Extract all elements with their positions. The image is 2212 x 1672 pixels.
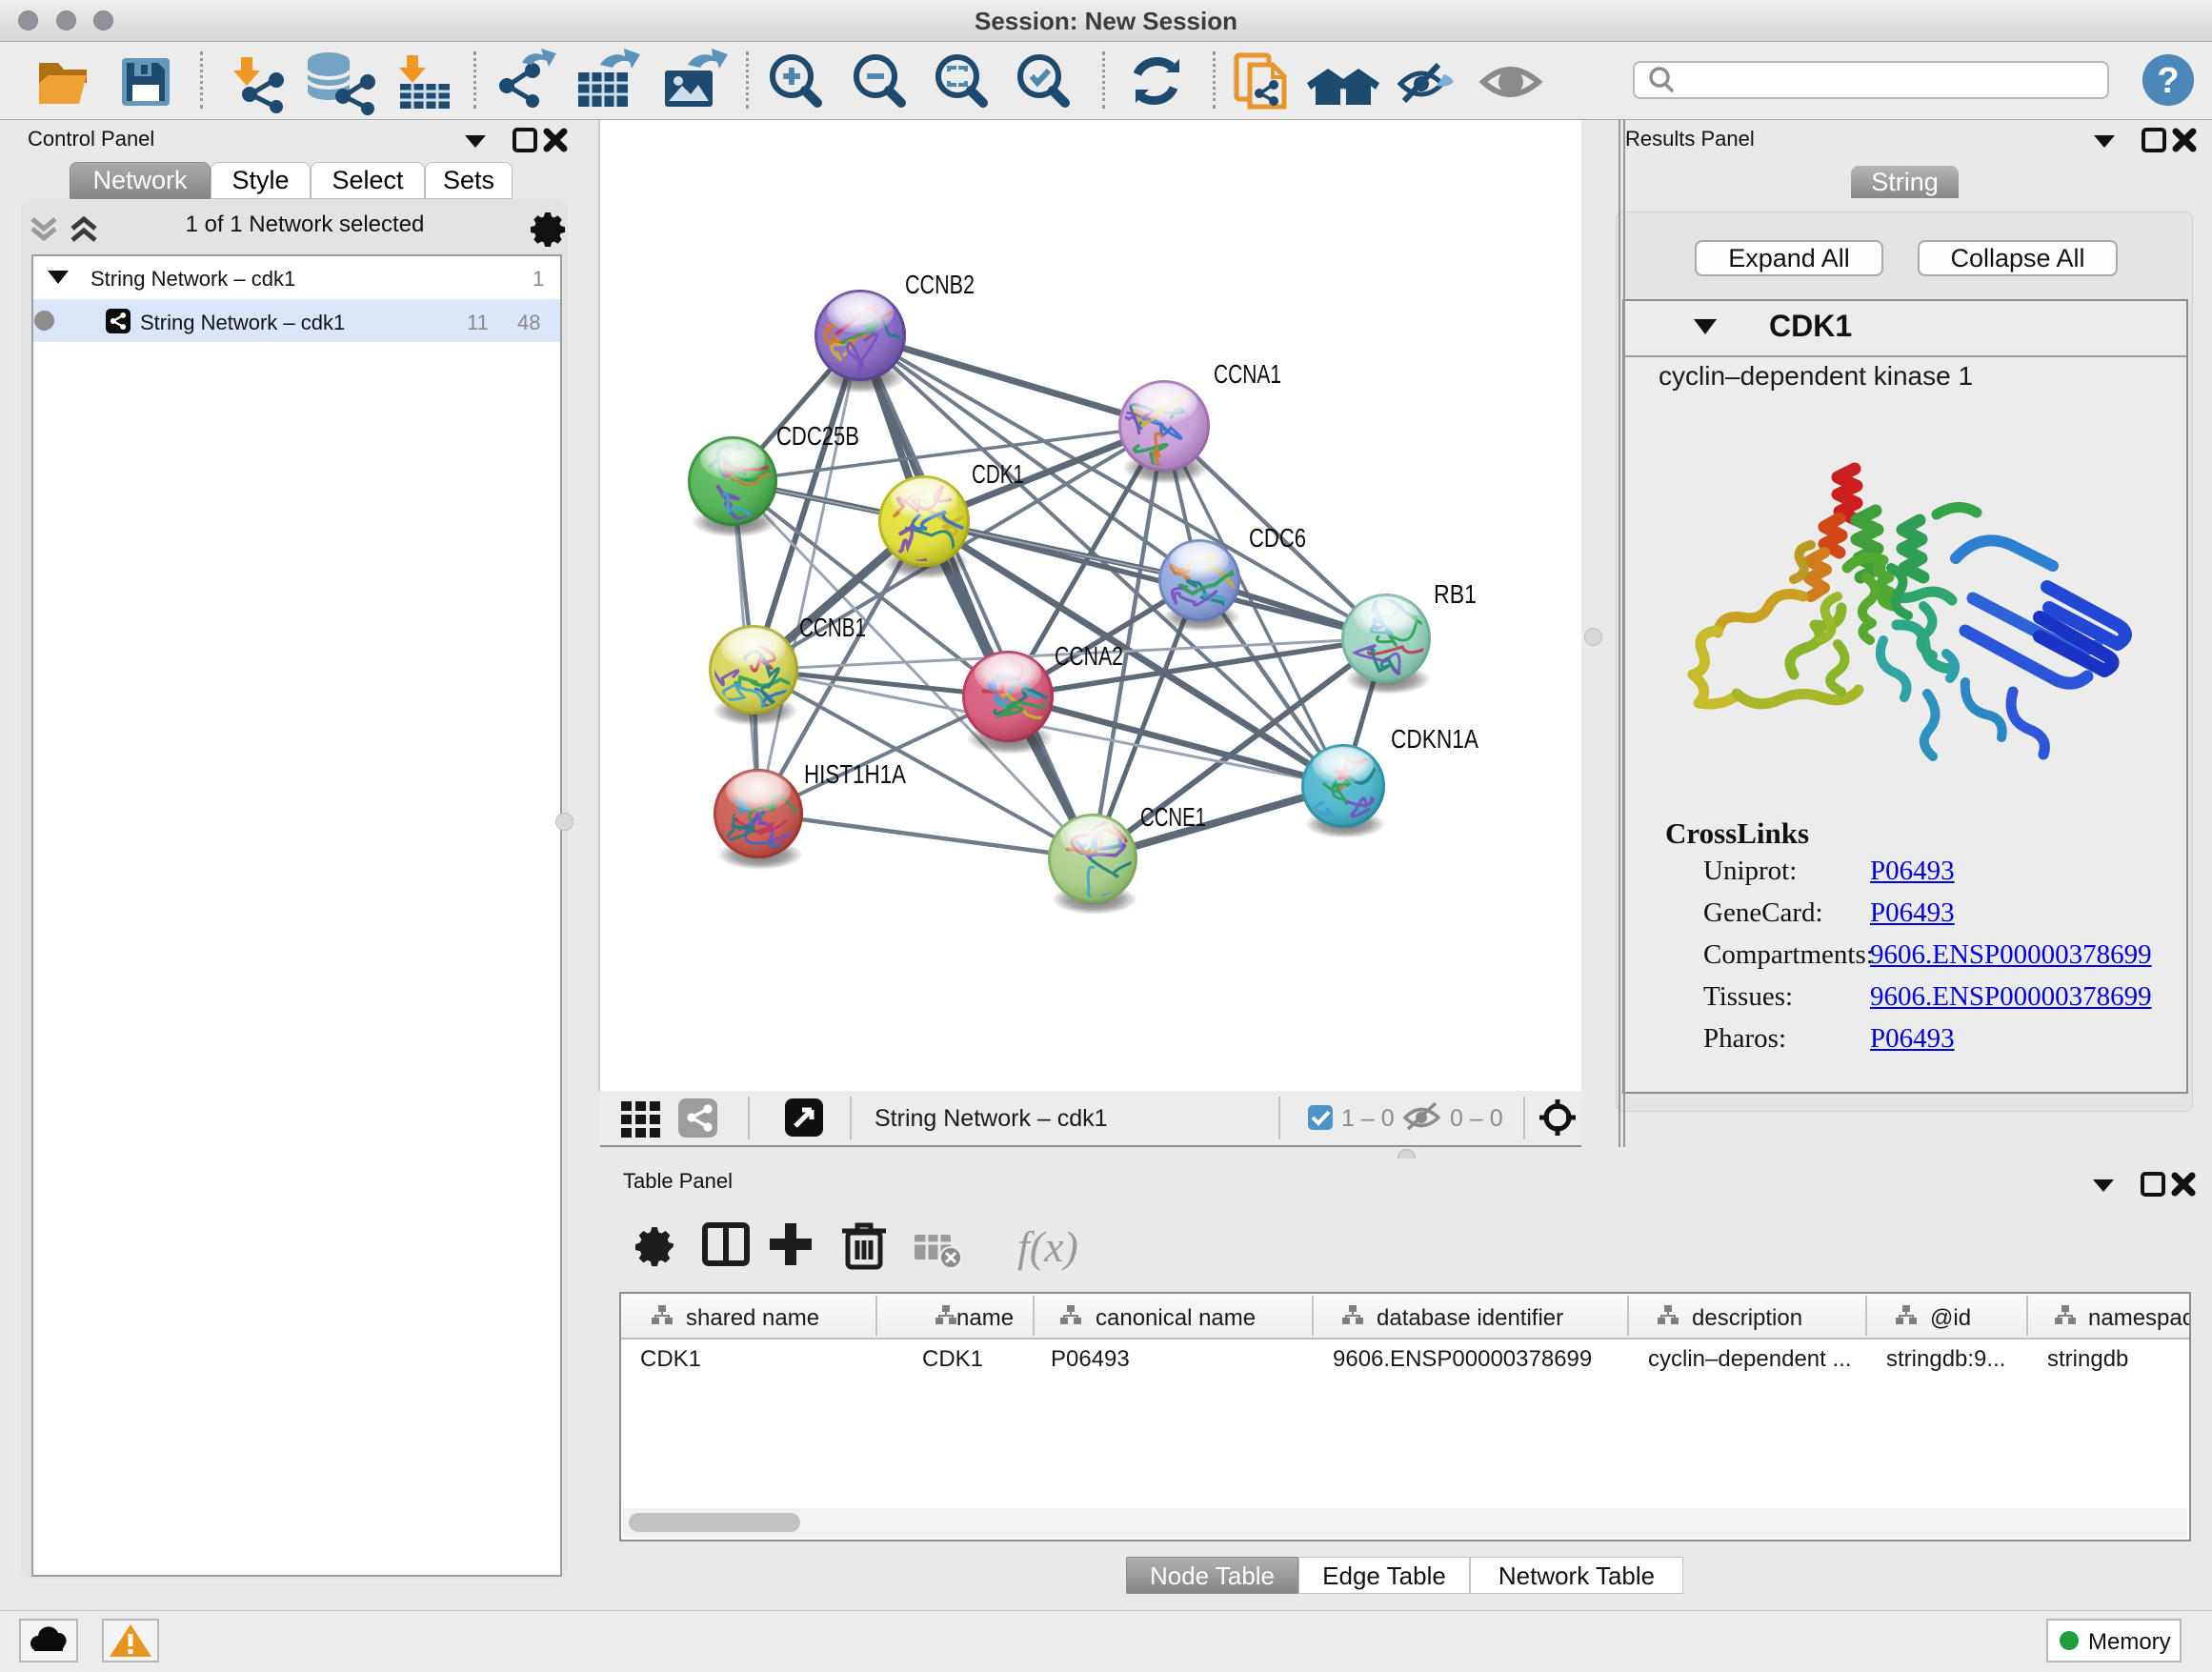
svg-text:shared name: shared name: [686, 1305, 819, 1331]
svg-text:?: ?: [2157, 61, 2179, 101]
svg-text:0 – 0: 0 – 0: [1450, 1105, 1503, 1132]
svg-text:CCNE1: CCNE1: [1140, 802, 1206, 832]
svg-text:String Network – cdk1: String Network – cdk1: [875, 1105, 1108, 1132]
svg-text:CDC6: CDC6: [1249, 523, 1306, 553]
svg-text:CCNA1: CCNA1: [1214, 359, 1281, 389]
svg-text:HIST1H1A: HIST1H1A: [804, 759, 906, 789]
svg-text:RB1: RB1: [1434, 579, 1477, 609]
svg-text:CDKN1A: CDKN1A: [1391, 724, 1478, 754]
svg-text:CDK1: CDK1: [972, 459, 1024, 489]
svg-text:@id: @id: [1930, 1305, 1971, 1331]
svg-text:namespace: namespace: [2088, 1305, 2189, 1331]
svg-text:description: description: [1692, 1305, 1802, 1331]
svg-text:9606.ENSP00000378699: 9606.ENSP00000378699: [1333, 1346, 1592, 1372]
svg-text:name: name: [956, 1305, 1014, 1331]
svg-text:CCNA2: CCNA2: [1055, 641, 1123, 671]
svg-text:CDK1: CDK1: [640, 1346, 701, 1372]
svg-text:stringdb:9...: stringdb:9...: [1886, 1346, 2005, 1372]
svg-text:CCNB2: CCNB2: [905, 270, 975, 299]
svg-text:stringdb: stringdb: [2047, 1346, 2128, 1372]
svg-text:database identifier: database identifier: [1377, 1305, 1563, 1331]
svg-text:CDC25B: CDC25B: [776, 421, 859, 451]
svg-text:f(x): f(x): [1017, 1222, 1078, 1271]
svg-text:1 – 0: 1 – 0: [1341, 1105, 1395, 1132]
svg-text:cyclin–dependent ...: cyclin–dependent ...: [1648, 1346, 1851, 1372]
svg-text:P06493: P06493: [1051, 1346, 1130, 1372]
svg-text:CCNB1: CCNB1: [799, 613, 866, 642]
svg-text:canonical name: canonical name: [1096, 1305, 1256, 1331]
svg-text:CDK1: CDK1: [922, 1346, 983, 1372]
